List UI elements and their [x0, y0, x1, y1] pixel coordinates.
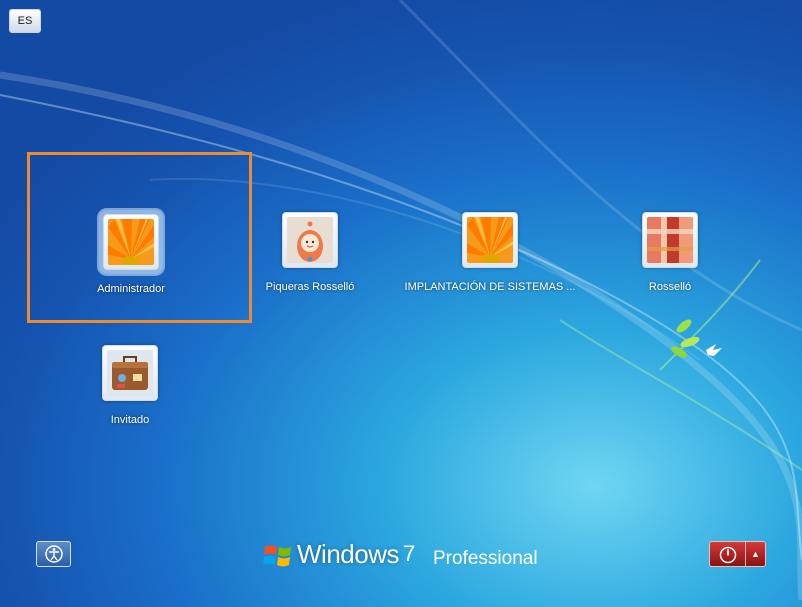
user-name: Invitado	[110, 414, 150, 426]
orange-flower-picture	[108, 219, 154, 265]
fabric-pattern-picture	[647, 217, 693, 263]
orange-flower-picture	[467, 217, 513, 263]
toy-figure-picture	[287, 217, 333, 263]
triangle-up-icon: ▲	[751, 549, 760, 559]
user-name: Piqueras Rosselló	[265, 281, 355, 293]
user-picture-frame[interactable]	[282, 212, 338, 268]
user-name: IMPLANTACIÓN DE SISTEMAS ...	[404, 281, 576, 293]
user-picture-frame[interactable]	[102, 345, 158, 401]
user-name: Administrador	[97, 283, 165, 295]
windows-flag-icon	[263, 545, 291, 567]
user-picture-frame[interactable]	[642, 212, 698, 268]
suitcase-picture	[107, 350, 153, 396]
user-tile-piqueras-rossello[interactable]: Piqueras Rosselló	[215, 212, 405, 312]
user-tile-rossello[interactable]: Rosselló	[575, 212, 765, 312]
language-button[interactable]: ES	[9, 9, 41, 33]
brand-version: 7	[403, 541, 416, 566]
ease-of-access-button[interactable]	[36, 541, 71, 567]
power-icon	[719, 546, 737, 564]
bird-leaves-decoration	[670, 319, 722, 358]
user-tile-implantacion-de-sistemas[interactable]: IMPLANTACIÓN DE SISTEMAS ...	[395, 212, 585, 312]
user-tile-administrador[interactable]: Administrador	[36, 214, 226, 314]
shutdown-options-button[interactable]: ▲	[745, 541, 766, 567]
brand-name: Windows	[297, 539, 399, 569]
ease-of-access-icon	[45, 545, 63, 563]
user-picture-frame[interactable]	[462, 212, 518, 268]
brand-edition: Professional	[433, 548, 538, 569]
user-picture-frame[interactable]	[103, 214, 159, 270]
user-tile-invitado[interactable]: Invitado	[35, 345, 225, 445]
shutdown-button-group: ▲	[709, 541, 766, 567]
shutdown-button[interactable]	[709, 541, 745, 567]
login-screen: ES Administrador Piqueras Rosselló IMPLA…	[0, 0, 802, 607]
user-name: Rosselló	[648, 281, 692, 293]
